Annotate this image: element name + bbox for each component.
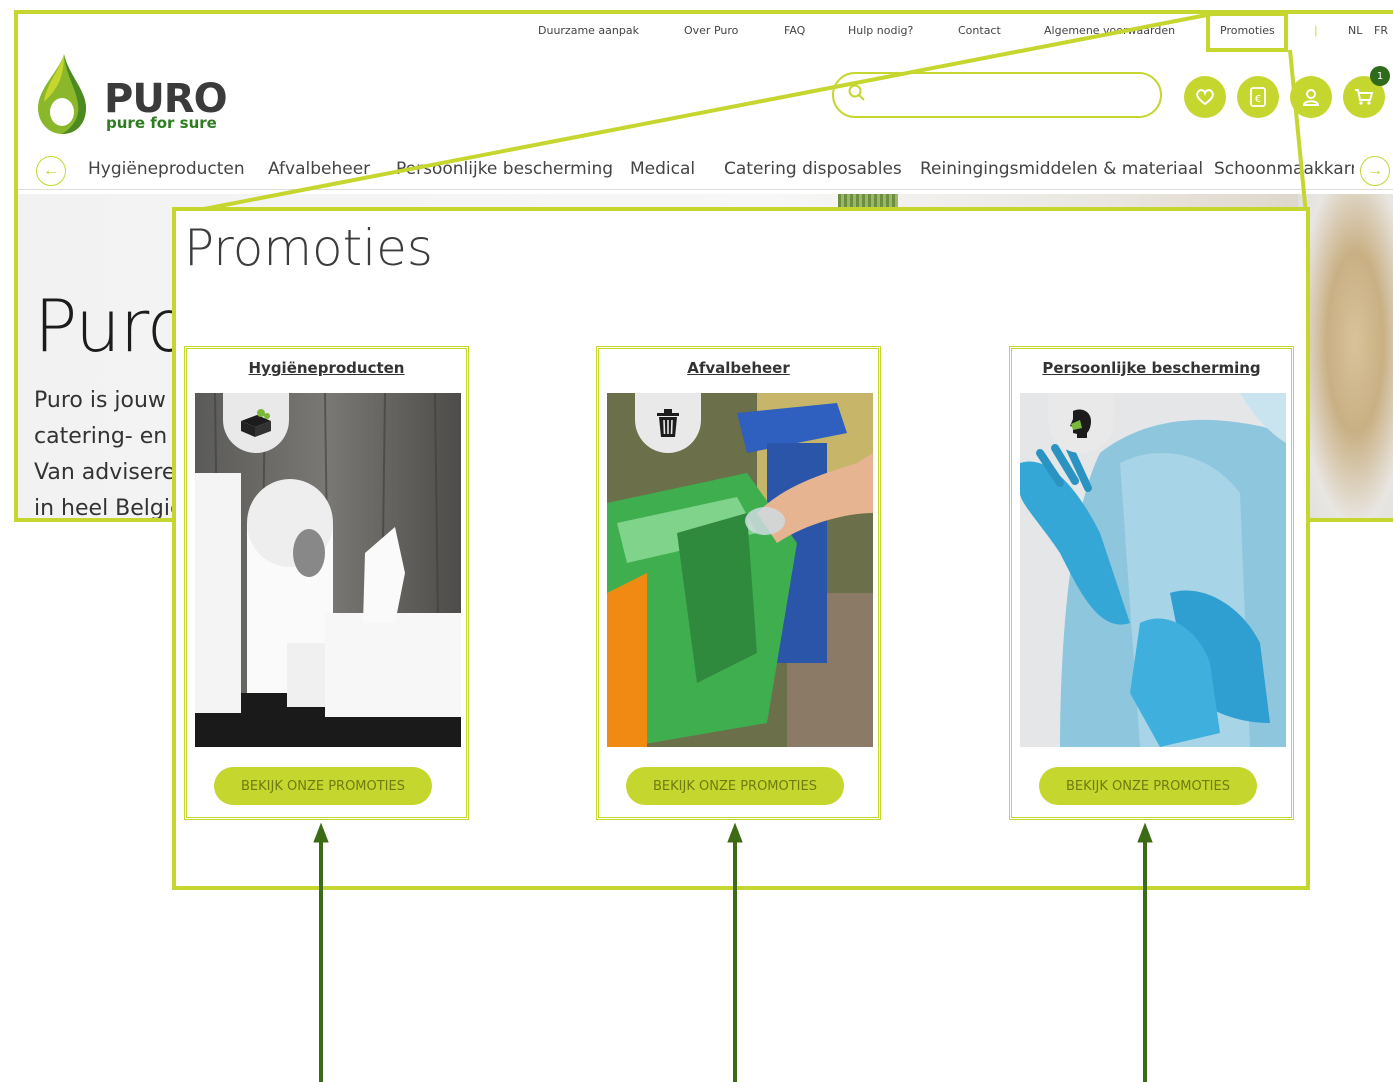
bekijk-promoties-button[interactable]: BEKIJK ONZE PROMOTIES (1039, 767, 1257, 805)
bekijk-promoties-button[interactable]: BEKIJK ONZE PROMOTIES (626, 767, 844, 805)
svg-text:€: € (1255, 94, 1261, 105)
category-prev-arrow-icon[interactable]: ← (36, 156, 66, 186)
card-image-toilet-paper[interactable] (195, 393, 461, 747)
hero-text-line-3: Van adviseren (34, 460, 190, 485)
heart-icon (1196, 89, 1214, 106)
user-icon (1302, 89, 1320, 106)
topnav-contact[interactable]: Contact (958, 24, 1001, 37)
card-title-link[interactable]: Afvalbeheer (599, 359, 878, 377)
promo-card-persoonlijke-bescherming: Persoonlijke bescherming BEKIJK ONZE PRO… (1009, 346, 1294, 820)
card-image-protective-gloves[interactable] (1020, 393, 1286, 747)
panel-title: Promoties (184, 219, 433, 277)
top-navigation: Duurzame aanpak Over Puro FAQ Hulp nodig… (18, 22, 1393, 44)
cart-icon (1355, 89, 1374, 105)
cat-medical[interactable]: Medical (630, 159, 695, 179)
topnav-over-puro[interactable]: Over Puro (684, 24, 738, 37)
topnav-algemene-voorwaarden[interactable]: Algemene voorwaarden (1044, 24, 1175, 37)
card-title-link[interactable]: Hygiëneproducten (187, 359, 466, 377)
hero-text-line-1: Puro is jouw p (34, 388, 187, 413)
category-next-arrow-icon[interactable]: → (1360, 156, 1390, 186)
bekijk-promoties-button[interactable]: BEKIJK ONZE PROMOTIES (214, 767, 432, 805)
card-title-link[interactable]: Persoonlijke bescherming (1012, 359, 1291, 377)
wishlist-button[interactable] (1184, 76, 1226, 118)
cat-schoonmaakkarren[interactable]: Schoonmaakkarren (1214, 159, 1354, 179)
hero-text-line-2: catering- en s (34, 424, 186, 449)
screenshot-canvas: Duurzame aanpak Over Puro FAQ Hulp nodig… (0, 0, 1393, 1082)
quote-button[interactable]: € (1237, 76, 1279, 118)
hero-brush-image (1298, 194, 1393, 518)
search-input[interactable] (832, 72, 1162, 118)
cat-reinigingsmiddelen[interactable]: Reiningingsmiddelen & materiaal (920, 159, 1203, 179)
cat-afvalbeheer[interactable]: Afvalbeheer (268, 159, 370, 179)
cat-persoonlijke-bescherming[interactable]: Persoonlijke bescherming (396, 159, 613, 179)
topnav-faq[interactable]: FAQ (784, 24, 805, 37)
euro-document-icon: € (1250, 87, 1266, 107)
promo-card-afvalbeheer: Afvalbeheer BEKIJK ONZE PROMOTIES (596, 346, 881, 820)
lang-fr[interactable]: FR (1374, 24, 1388, 37)
topnav-separator: | (1314, 24, 1318, 37)
promo-card-hygieneproducten: Hygiëneproducten BEKIJK ONZE PROMOTIES (184, 346, 469, 820)
card-image-recycling-bin[interactable] (607, 393, 873, 747)
promoties-panel: Promoties Hygiëneproducten BEKIJK ONZE P… (172, 207, 1310, 890)
hero-title: Puro (34, 284, 191, 368)
account-button[interactable] (1290, 76, 1332, 118)
logo-tagline: pure for sure (106, 114, 217, 132)
hero-text-line-4: in heel België (34, 496, 184, 521)
promoties-highlight-box (1206, 12, 1288, 52)
search-icon (848, 84, 865, 101)
category-navigation: ← Hygiëneproducten Afvalbeheer Persoonli… (18, 154, 1393, 190)
topnav-hulp-nodig[interactable]: Hulp nodig? (848, 24, 913, 37)
cart-count-badge: 1 (1370, 66, 1390, 86)
cat-catering-disposables[interactable]: Catering disposables (724, 159, 902, 179)
topnav-duurzame-aanpak[interactable]: Duurzame aanpak (538, 24, 639, 37)
lang-nl[interactable]: NL (1348, 24, 1362, 37)
cat-hygieneproducten[interactable]: Hygiëneproducten (88, 159, 245, 179)
puro-logo-drop-icon[interactable] (34, 52, 90, 136)
